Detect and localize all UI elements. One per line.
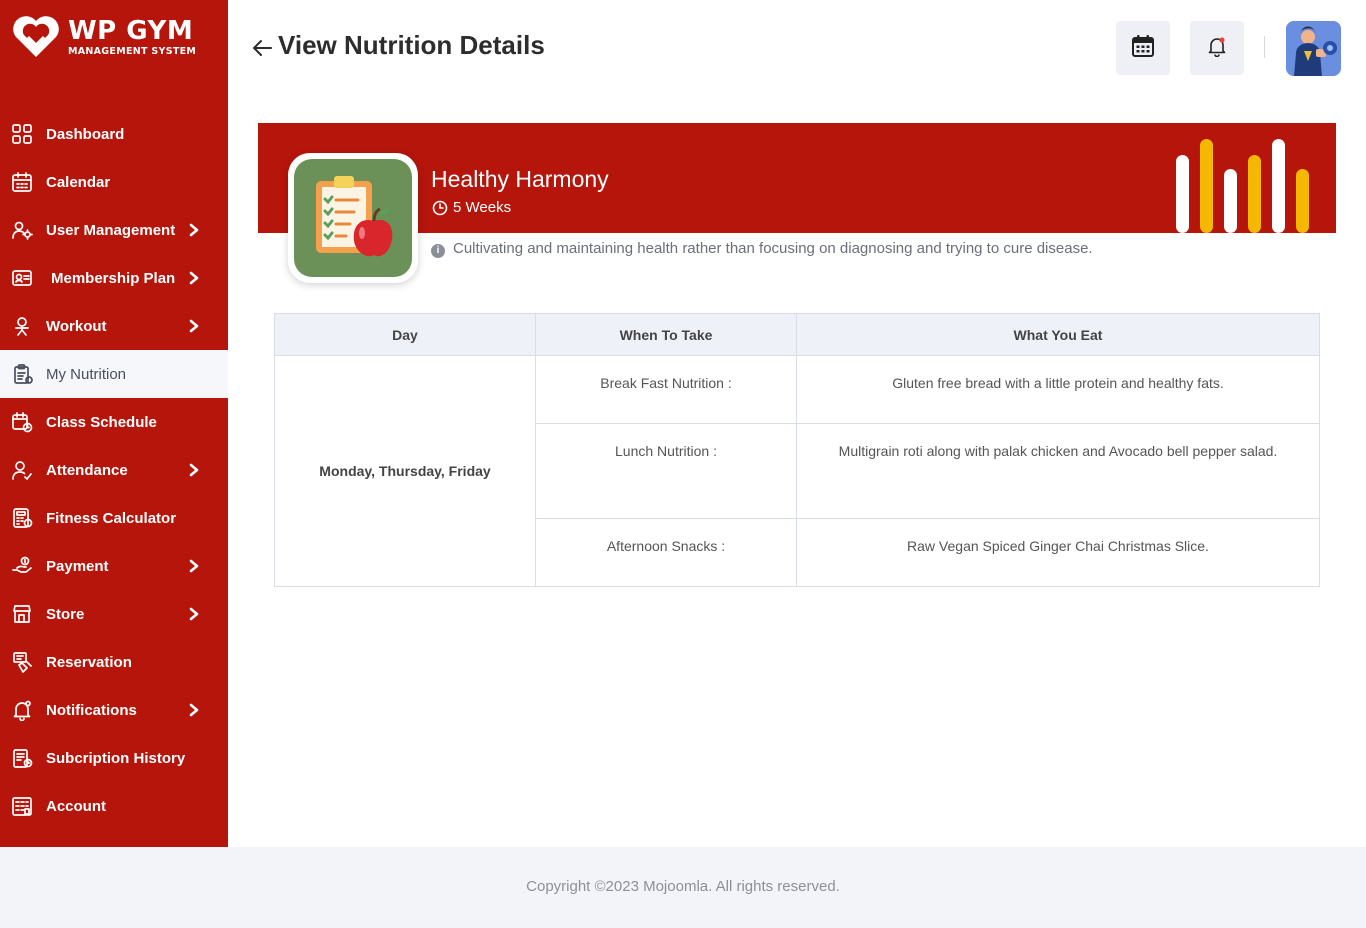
info-icon: i xyxy=(431,244,445,258)
sidebar-item-label: My Nutrition xyxy=(46,365,127,383)
sidebar-item-payment[interactable]: Payment xyxy=(0,542,228,590)
copyright-text: Copyright ©2023 Mojoomla. All rights res… xyxy=(526,878,840,895)
subscription-history-icon xyxy=(11,747,33,769)
footer: Copyright ©2023 Mojoomla. All rights res… xyxy=(0,847,1366,928)
brand-title: WP GYM xyxy=(68,16,194,46)
calendar-button[interactable] xyxy=(1116,21,1170,75)
sidebar-item-label: Class Schedule xyxy=(46,413,157,431)
membership-card-icon xyxy=(11,267,33,289)
plan-description-text: Cultivating and maintaining health rathe… xyxy=(453,240,1093,257)
what-cell: Raw Vegan Spiced Ginger Chai Christmas S… xyxy=(796,518,1320,587)
sidebar-item-label: Calendar xyxy=(46,173,111,191)
sidebar-item-user-management[interactable]: User Management xyxy=(0,206,228,254)
plan-duration: 5 Weeks xyxy=(432,199,511,216)
clock-icon xyxy=(432,200,448,216)
what-cell: Gluten free bread with a little protein … xyxy=(796,355,1320,424)
sidebar-item-label: Store xyxy=(46,605,85,623)
decor-bar xyxy=(1224,169,1237,233)
nutrition-table: Day When To Take What You Eat Monday, Th… xyxy=(274,313,1320,587)
sidebar-item-label: Payment xyxy=(46,557,109,575)
nutrition-clipboard-apple-icon xyxy=(316,176,393,257)
chevron-right-icon xyxy=(187,319,201,333)
decor-bar xyxy=(1176,155,1189,233)
table-row: Monday, Thursday, Friday Break Fast Nutr… xyxy=(274,355,1320,587)
day-cell: Monday, Thursday, Friday xyxy=(274,355,536,587)
store-icon xyxy=(11,603,33,625)
header-divider xyxy=(1264,36,1265,58)
sidebar-item-label: Notifications xyxy=(46,701,137,719)
chevron-right-icon xyxy=(187,463,201,477)
brand-logo[interactable]: WP GYM MANAGEMENT SYSTEM xyxy=(10,12,220,62)
column-header-day: Day xyxy=(274,313,536,356)
plan-image xyxy=(288,153,418,283)
decor-bar xyxy=(1272,139,1285,233)
column-header-what: What You Eat xyxy=(796,313,1320,356)
reservation-icon xyxy=(11,651,33,673)
table-header-row: Day When To Take What You Eat xyxy=(274,313,1320,356)
when-cell: Afternoon Snacks : xyxy=(535,518,797,587)
sidebar-item-membership-plan[interactable]: Membership Plan xyxy=(0,254,228,302)
sidebar-item-label: Attendance xyxy=(46,461,128,479)
heart-logo-icon xyxy=(10,13,62,61)
plan-duration-text: 5 Weeks xyxy=(453,199,512,216)
sidebar-item-dashboard[interactable]: Dashboard xyxy=(0,110,228,158)
chevron-right-icon xyxy=(187,703,201,717)
chevron-right-icon xyxy=(187,559,201,573)
nutrition-clipboard-icon xyxy=(11,363,33,385)
calculator-icon xyxy=(11,507,33,529)
sidebar-item-my-nutrition[interactable]: My Nutrition xyxy=(0,350,228,398)
sidebar-item-calendar[interactable]: Calendar xyxy=(0,158,228,206)
chevron-right-icon xyxy=(187,223,201,237)
plan-description: i Cultivating and maintaining health rath… xyxy=(431,237,1111,260)
sidebar-item-notifications[interactable]: Notifications xyxy=(0,686,228,734)
chevron-right-icon xyxy=(187,607,201,621)
calendar-icon xyxy=(11,171,33,193)
account-icon xyxy=(11,795,33,817)
user-avatar[interactable] xyxy=(1286,21,1341,76)
sidebar-item-label: Account xyxy=(46,797,106,815)
users-gear-icon xyxy=(11,219,33,241)
when-cell: Break Fast Nutrition : xyxy=(535,355,797,424)
when-cell: Lunch Nutrition : xyxy=(535,423,797,519)
dashboard-grid-icon xyxy=(11,123,33,145)
calendar-icon xyxy=(1131,34,1155,63)
notifications-button[interactable] xyxy=(1190,21,1244,75)
what-cell: Multigrain roti along with palak chicken… xyxy=(796,423,1320,519)
decor-bar xyxy=(1296,169,1309,233)
sidebar-item-workout[interactable]: Workout xyxy=(0,302,228,350)
payment-hand-icon xyxy=(11,555,33,577)
class-schedule-icon xyxy=(11,411,33,433)
sidebar-item-store[interactable]: Store xyxy=(0,590,228,638)
decor-bar xyxy=(1248,155,1261,233)
sidebar-item-label: Dashboard xyxy=(46,125,125,143)
top-header: View Nutrition Details xyxy=(228,0,1366,95)
sidebar-nav: Dashboard Calendar User Management Membersh… xyxy=(0,110,228,830)
attendance-user-icon xyxy=(11,459,33,481)
bell-icon xyxy=(11,699,33,721)
sidebar-item-label: Fitness Calculator xyxy=(46,509,177,527)
sidebar-item-subcription-history[interactable]: Subcription History xyxy=(0,734,228,782)
sidebar-item-label: Membership Plan xyxy=(51,269,176,287)
sidebar-item-label: Workout xyxy=(46,317,107,335)
workout-icon xyxy=(11,315,33,337)
back-arrow-icon[interactable] xyxy=(251,37,273,59)
bell-icon xyxy=(1206,35,1228,62)
plan-name: Healthy Harmony xyxy=(431,166,609,192)
sidebar-item-label: Reservation xyxy=(46,653,132,671)
chevron-right-icon xyxy=(187,271,201,285)
page-title: View Nutrition Details xyxy=(278,30,545,60)
sidebar-item-fitness-calculator[interactable]: Fitness Calculator xyxy=(0,494,228,542)
decorative-bars xyxy=(1176,139,1309,233)
sidebar: WP GYM MANAGEMENT SYSTEM Dashboard Calend… xyxy=(0,0,228,847)
sidebar-item-class-schedule[interactable]: Class Schedule xyxy=(0,398,228,446)
sidebar-item-attendance[interactable]: Attendance xyxy=(0,446,228,494)
sidebar-item-label: Subcription History xyxy=(46,749,186,767)
brand-subtitle: MANAGEMENT SYSTEM xyxy=(68,46,197,57)
sidebar-item-label: User Management xyxy=(46,221,176,239)
sidebar-item-reservation[interactable]: Reservation xyxy=(0,638,228,686)
column-header-when: When To Take xyxy=(535,313,797,356)
decor-bar xyxy=(1200,139,1213,233)
sidebar-item-account[interactable]: Account xyxy=(0,782,228,830)
